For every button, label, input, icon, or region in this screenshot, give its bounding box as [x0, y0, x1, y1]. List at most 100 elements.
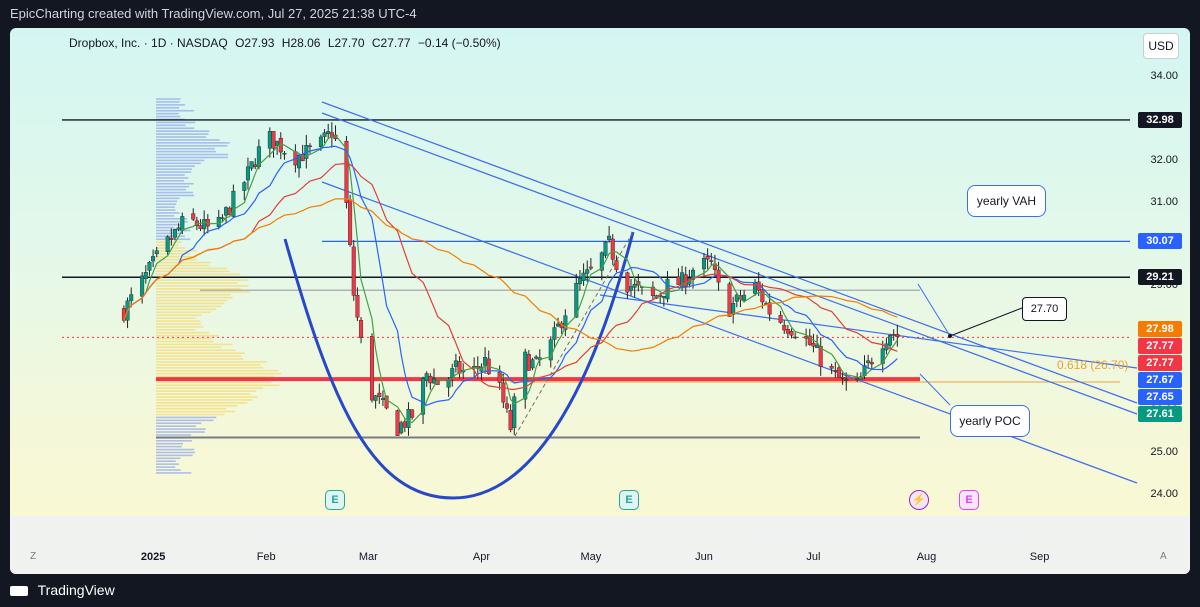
earnings-icon[interactable]: E: [325, 490, 345, 510]
volume-profile-bar: [156, 455, 193, 457]
x-tick-label: Sep: [1030, 551, 1050, 563]
candle-body: [283, 153, 287, 154]
volume-profile-bar: [156, 139, 220, 141]
volume-profile-bar: [156, 168, 192, 170]
volume-profile-bar: [156, 291, 250, 293]
candle-body: [728, 284, 732, 317]
candle-body: [834, 370, 838, 371]
volume-profile-bar: [156, 405, 237, 407]
volume-profile-bar: [156, 180, 184, 182]
volume-profile-bar: [156, 361, 267, 363]
candle-body: [224, 207, 228, 215]
footer: TradingView: [10, 578, 115, 602]
candle-body: [662, 296, 666, 298]
candle-body: [191, 214, 195, 220]
candle-body: [812, 343, 816, 346]
volume-profile-bar: [156, 224, 182, 226]
candle-body: [202, 219, 206, 228]
candle-body: [410, 410, 414, 418]
ohlc-high: H28.06: [282, 36, 321, 50]
candle-body: [531, 360, 535, 368]
volume-profile-bar: [156, 212, 179, 214]
candle-body: [348, 200, 352, 245]
candle-body: [177, 228, 181, 230]
candle-body: [553, 328, 557, 340]
volume-profile-bar: [156, 133, 208, 135]
volume-profile-bar: [156, 98, 181, 100]
volume-profile-bar: [156, 145, 227, 147]
author-text: EpicCharting created with TradingView.co…: [0, 6, 417, 21]
ohlc-low: L27.70: [328, 36, 365, 50]
volume-profile-bar: [156, 384, 280, 386]
candle-body: [326, 131, 330, 133]
candle-body: [844, 380, 848, 381]
candle-body: [790, 331, 794, 335]
volume-profile-bar: [156, 262, 211, 264]
volume-profile-bar: [156, 110, 194, 112]
volume-profile-bar: [156, 282, 237, 284]
candle-body: [217, 217, 221, 227]
volume-profile-bar: [156, 370, 278, 372]
price-label: 30.07: [1138, 233, 1182, 249]
volume-profile-bar: [156, 347, 221, 349]
time-axis-band: [10, 516, 1190, 574]
candle-body: [166, 237, 170, 252]
top-bar: EpicCharting created with TradingView.co…: [0, 0, 1200, 28]
candle-body: [779, 315, 783, 322]
volume-profile-bar: [156, 408, 226, 410]
x-tick-label: 2025: [141, 551, 165, 563]
volume-profile-bar: [156, 198, 180, 200]
candle-body: [607, 236, 611, 240]
candle-body: [523, 352, 527, 399]
nav-left-button[interactable]: Z: [30, 551, 36, 562]
x-tick-label: Jul: [806, 551, 820, 563]
x-tick-label: Mar: [359, 551, 378, 563]
dividend-icon[interactable]: ⚡: [909, 490, 929, 510]
candle-body: [582, 273, 586, 281]
candle-body: [837, 368, 841, 378]
candle-body: [429, 376, 433, 383]
volume-profile-bar: [156, 200, 177, 202]
volume-profile-bar: [156, 443, 183, 445]
earnings-icon[interactable]: E: [619, 490, 639, 510]
volume-profile-bar: [156, 402, 247, 404]
candle-body: [381, 398, 385, 399]
volume-profile-bar: [156, 233, 183, 235]
volume-profile-bar: [156, 390, 256, 392]
volume-profile-bar: [156, 449, 194, 451]
candle-body: [611, 239, 615, 259]
candle-body: [308, 146, 312, 147]
candle-body: [786, 329, 790, 333]
callout-pointer-price: [950, 308, 1022, 336]
symbol-title[interactable]: Dropbox, Inc. · 1D · NASDAQ: [69, 36, 228, 50]
candle-body: [830, 366, 834, 368]
candle-body: [578, 278, 582, 284]
earnings-icon[interactable]: E: [959, 490, 979, 510]
volume-profile-bar: [156, 323, 201, 325]
candle-body: [377, 393, 381, 397]
price-label: 27.77: [1138, 338, 1182, 354]
volume-profile-bar: [156, 463, 179, 465]
currency-button[interactable]: USD: [1143, 33, 1179, 59]
candle-body: [677, 277, 681, 285]
volume-profile-bar: [156, 326, 203, 328]
ohlc-open: O27.93: [235, 36, 274, 50]
nav-right-button[interactable]: A: [1160, 551, 1167, 562]
candle-body: [403, 422, 407, 428]
y-tick-label: 24.00: [1130, 488, 1178, 500]
candle-body: [447, 379, 451, 387]
chart-canvas[interactable]: [10, 28, 1190, 574]
chart-frame[interactable]: Dropbox, Inc. · 1D · NASDAQ O27.93 H28.0…: [10, 28, 1190, 574]
price-label: 27.77: [1138, 355, 1182, 371]
candle-body: [702, 258, 706, 269]
volume-profile-bar: [156, 268, 227, 270]
volume-profile-bar: [156, 428, 206, 430]
candle-body: [374, 396, 378, 401]
volume-profile-bar: [156, 236, 185, 238]
candle-body: [604, 242, 608, 255]
volume-profile-bar: [156, 329, 195, 331]
price-marker: [948, 334, 952, 338]
callout-price: 27.70: [1022, 297, 1067, 321]
volume-profile-bar: [156, 466, 175, 468]
volume-profile-bar: [156, 314, 202, 316]
